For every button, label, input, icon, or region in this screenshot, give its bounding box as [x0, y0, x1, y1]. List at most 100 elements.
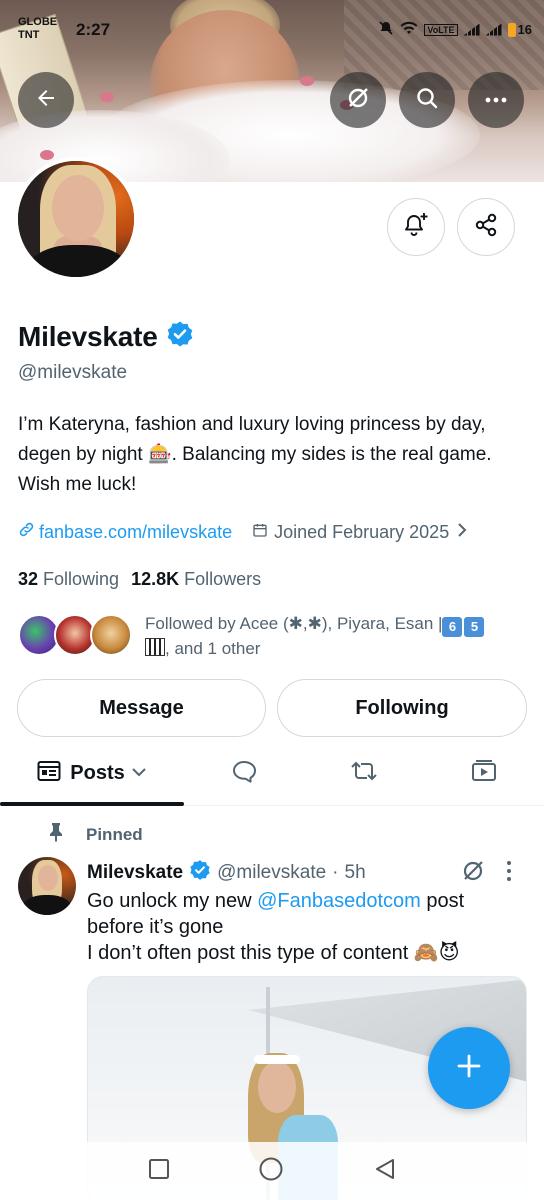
- circle-icon: [258, 1156, 284, 1187]
- share-button[interactable]: [457, 198, 515, 256]
- plus-icon: [455, 1052, 483, 1085]
- carrier-line1: GLOBE: [18, 16, 58, 28]
- system-back-button[interactable]: [372, 1158, 398, 1184]
- tab-posts-label: Posts: [70, 761, 125, 784]
- following-count-link[interactable]: 32 Following: [18, 569, 119, 590]
- network-label: VoLTE: [424, 23, 458, 36]
- signal-icon: [463, 23, 480, 36]
- active-tab-indicator: [0, 802, 184, 806]
- tab-reposts[interactable]: [320, 742, 408, 804]
- message-button[interactable]: Message: [17, 679, 266, 737]
- battery-indicator: 16: [507, 22, 532, 37]
- more-button[interactable]: [468, 72, 524, 128]
- piano-emoji-icon: [145, 638, 165, 656]
- banner-petal: [40, 150, 54, 160]
- banner-petal: [100, 92, 114, 102]
- back-button[interactable]: [18, 72, 74, 128]
- post-text-part: Go unlock my new: [87, 890, 258, 912]
- bio-line: I’m Kateryna, fashion and luxury loving …: [18, 414, 486, 435]
- search-button[interactable]: [399, 72, 455, 128]
- post-header: Milevskate @milevskate · 5h: [87, 859, 366, 887]
- mute-icon: [378, 20, 394, 39]
- profile-tabs: Posts: [0, 742, 544, 806]
- post-text: Go unlock my new @Fanbasedotcom post bef…: [87, 888, 517, 966]
- post-time: 5h: [344, 862, 366, 883]
- recent-apps-button[interactable]: [146, 1158, 172, 1184]
- tab-media[interactable]: [440, 742, 528, 804]
- pinned-indicator: Pinned: [48, 822, 143, 847]
- banner-petal: [300, 76, 314, 86]
- followed-by-text: Followed by Acee (✱,✱), Piyara, Esan | 6 5…: [145, 612, 525, 660]
- tab-posts[interactable]: Posts: [0, 742, 184, 804]
- bell-plus-icon: [402, 211, 430, 244]
- reply-bubble-icon: [231, 759, 257, 788]
- followed-by-row[interactable]: Followed by Acee (✱,✱), Piyara, Esan | 6 5…: [18, 612, 528, 662]
- post-more-button[interactable]: [506, 860, 512, 887]
- notifications-button[interactable]: [387, 198, 445, 256]
- joined-text: Joined February 2025: [274, 521, 450, 542]
- followers-count-link[interactable]: 12.8K Followers: [131, 569, 261, 590]
- avatar-face: [52, 175, 104, 241]
- followed-by-names: Followed by Acee (✱,✱), Piyara, Esan |: [145, 614, 443, 633]
- status-time: 2:27: [76, 20, 111, 39]
- repost-icon: [350, 760, 378, 787]
- post-avatar-outfit: [22, 895, 72, 915]
- grok-button[interactable]: [330, 72, 386, 128]
- square-icon: [148, 1158, 170, 1185]
- post-separator: ·: [332, 862, 339, 883]
- profile-handle: @milevskate: [18, 362, 128, 383]
- profile-avatar[interactable]: [14, 157, 138, 281]
- status-icons: VoLTE 16: [378, 20, 532, 39]
- post-author-avatar[interactable]: [18, 857, 76, 915]
- share-icon: [473, 212, 499, 243]
- followers-label: Followers: [184, 569, 262, 589]
- media-play-icon: [471, 759, 497, 788]
- chevron-right-icon: [455, 522, 469, 543]
- posts-list-icon: [37, 760, 61, 787]
- following-label: Following: [43, 569, 120, 589]
- status-bar: GLOBE TNT 2:27 VoLTE 16: [18, 16, 532, 46]
- followers-count: 12.8K: [131, 569, 180, 589]
- slash-circle-icon: [460, 861, 486, 888]
- system-navigation-bar: [0, 1142, 544, 1200]
- home-button[interactable]: [258, 1156, 284, 1187]
- joined-date[interactable]: Joined February 2025: [252, 522, 469, 543]
- verified-badge-icon[interactable]: [166, 320, 194, 353]
- keycap-emoji: 5: [464, 617, 485, 637]
- compose-post-button[interactable]: [428, 1027, 510, 1109]
- website-link[interactable]: fanbase.com/milevskate: [18, 521, 232, 543]
- media-person-face: [258, 1061, 296, 1113]
- media-headband: [254, 1055, 300, 1064]
- profile-name-row: Milevskate: [18, 320, 194, 353]
- triangle-back-icon: [373, 1157, 397, 1186]
- post-text-line: I don’t often post this type of content …: [87, 942, 460, 964]
- post-mention-link[interactable]: @Fanbasedotcom: [257, 890, 421, 912]
- link-icon: [18, 521, 35, 543]
- pinned-label: Pinned: [86, 824, 143, 844]
- chevron-down-icon: [131, 764, 147, 782]
- followed-by-others: , and 1 other: [165, 639, 261, 658]
- more-vertical-icon: [506, 861, 512, 886]
- arrow-left-icon: [34, 86, 58, 115]
- post-text-part: post: [420, 890, 465, 912]
- battery-level: 16: [517, 22, 532, 37]
- slash-circle-icon: [345, 85, 371, 116]
- following-button[interactable]: Following: [277, 679, 527, 737]
- following-count: 32: [18, 569, 39, 589]
- profile-meta: fanbase.com/milevskate Joined February 2…: [18, 521, 469, 543]
- tab-replies[interactable]: [200, 742, 288, 804]
- post-author-handle: @milevskate: [217, 862, 327, 883]
- post-grok-button[interactable]: [460, 858, 486, 889]
- website-text: fanbase.com/milevskate: [39, 521, 233, 542]
- battery-icon: [507, 22, 516, 37]
- more-horizontal-icon: [484, 91, 508, 109]
- wifi-icon: [400, 21, 418, 38]
- post-author-name[interactable]: Milevskate: [87, 862, 183, 884]
- post-avatar-face: [38, 865, 58, 891]
- carrier-line2: TNT: [18, 29, 40, 41]
- profile-bio: I’m Kateryna, fashion and luxury loving …: [18, 410, 533, 500]
- post-text-line: before it’s gone: [87, 916, 224, 938]
- follow-counts: 32 Following 12.8K Followers: [18, 569, 261, 590]
- profile-display-name: Milevskate: [18, 320, 158, 352]
- search-icon: [415, 86, 439, 115]
